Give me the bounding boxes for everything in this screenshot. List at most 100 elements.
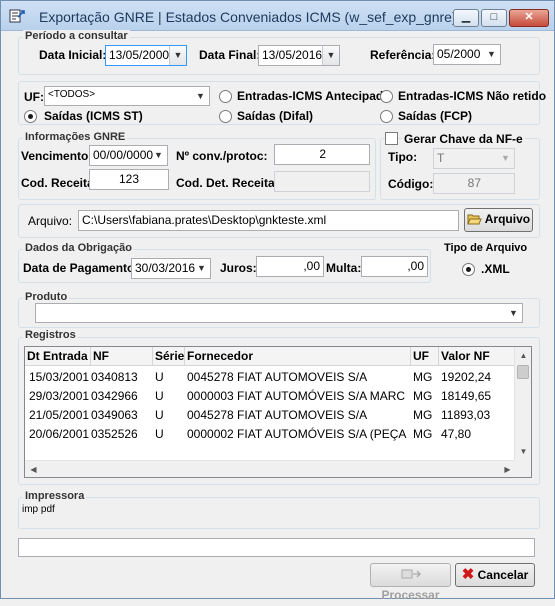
- juros-value: ,00: [303, 259, 320, 273]
- radio-saidas-difal[interactable]: [219, 110, 232, 123]
- chevron-down-icon[interactable]: ▼: [483, 45, 500, 64]
- juros-field[interactable]: ,00: [256, 256, 324, 277]
- data-final-label: Data Final:: [199, 48, 261, 62]
- scroll-thumb[interactable]: [517, 365, 529, 379]
- tipo-select[interactable]: T ▼: [433, 148, 515, 169]
- horizontal-scrollbar[interactable]: ◀ ▶: [25, 460, 516, 477]
- data-inicial-field[interactable]: 13/05/2000 ▼: [105, 45, 187, 66]
- tipo-label: Tipo:: [388, 150, 418, 164]
- chevron-down-icon[interactable]: ▼: [505, 304, 522, 322]
- cell-nf: 0352526: [91, 427, 138, 441]
- vencimento-field[interactable]: 00/00/0000 ▼: [89, 145, 168, 166]
- codigo-label: Código:: [388, 177, 434, 191]
- cod-det-receita-field[interactable]: [274, 171, 370, 192]
- produto-select[interactable]: ▼: [35, 303, 523, 323]
- cell-valor: 11893,03: [441, 408, 491, 422]
- gerar-chave-checkbox[interactable]: [385, 132, 398, 145]
- window-title: Exportação GNRE | Estados Conveniados IC…: [39, 9, 457, 25]
- conv-protoc-field[interactable]: 2: [274, 144, 370, 165]
- folder-icon: [467, 214, 482, 225]
- scroll-up-icon[interactable]: ▲: [515, 347, 531, 364]
- col-valor-nf[interactable]: Valor NF: [439, 347, 516, 366]
- obrigacao-group-label: Dados da Obrigação: [23, 242, 134, 254]
- data-final-value: 13/05/2016: [262, 48, 323, 62]
- impressora-group-label: Impressora: [23, 490, 87, 502]
- registros-table[interactable]: Dt Entrada NF Série Fornecedor UF Valor …: [24, 346, 532, 478]
- scroll-down-icon[interactable]: ▼: [515, 443, 531, 460]
- maximize-button[interactable]: □: [481, 9, 507, 27]
- minimize-button[interactable]: ▁: [453, 9, 479, 27]
- data-inicial-label: Data Inicial:: [39, 48, 107, 62]
- radio-entradas-nao-retido[interactable]: [380, 90, 393, 103]
- table-row[interactable]: 15/03/2001 0340813 U 0045278 FIAT AUTOMO…: [25, 368, 516, 387]
- chevron-down-icon[interactable]: ▼: [192, 87, 209, 105]
- cell-dt: 15/03/2001: [29, 370, 90, 384]
- arquivo-button[interactable]: Arquivo: [464, 208, 533, 232]
- col-fornecedor[interactable]: Fornecedor: [185, 347, 411, 366]
- radio-entradas-nao-retido-label: Entradas-ICMS Não retido: [398, 89, 547, 103]
- arquivo-path-value: C:\Users\fabiana.prates\Desktop\gnkteste…: [82, 213, 327, 227]
- cell-fornecedor: 0045278 FIAT AUTOMOVEIS S/A: [187, 408, 368, 422]
- conv-protoc-label: Nº conv./protoc:: [176, 149, 268, 163]
- multa-label: Multa:: [326, 261, 362, 275]
- cod-det-receita-label: Cod. Det. Receita:: [176, 176, 279, 190]
- data-final-field[interactable]: 13/05/2016 ▼: [258, 45, 340, 66]
- cell-uf: MG: [413, 370, 433, 384]
- title-bar[interactable]: Exportação GNRE | Estados Conveniados IC…: [1, 1, 554, 31]
- referencia-field[interactable]: 05/2000 ▼: [433, 44, 501, 65]
- close-button[interactable]: ✕: [509, 9, 549, 27]
- scroll-left-icon[interactable]: ◀: [25, 461, 42, 477]
- cod-receita-value: 123: [118, 172, 139, 186]
- cell-valor: 18149,65: [441, 389, 492, 403]
- data-pagamento-label: Data de Pagamento:: [23, 261, 139, 275]
- uf-select[interactable]: <TODOS> ▼: [44, 86, 210, 106]
- radio-entradas-antecipado-label: Entradas-ICMS Antecipado: [237, 89, 391, 103]
- main-window: Exportação GNRE | Estados Conveniados IC…: [0, 0, 555, 602]
- arquivo-button-label: Arquivo: [484, 212, 531, 226]
- radio-saidas-icms-st-label: Saídas (ICMS ST): [44, 109, 143, 123]
- processar-button[interactable]: Processar: [370, 563, 451, 602]
- radio-saidas-icms-st[interactable]: [24, 110, 37, 123]
- conv-protoc-value: 2: [319, 147, 326, 161]
- cell-nf: 0340813: [91, 370, 138, 384]
- cell-uf: MG: [413, 427, 433, 441]
- app-icon: [9, 9, 25, 23]
- radio-xml-label: .XML: [481, 262, 510, 276]
- radio-saidas-difal-label: Saídas (Difal): [237, 109, 314, 123]
- radio-xml[interactable]: [462, 263, 475, 276]
- col-uf[interactable]: UF: [411, 347, 439, 366]
- chevron-down-icon[interactable]: ▼: [322, 46, 339, 65]
- chevron-down-icon[interactable]: ▼: [169, 46, 186, 65]
- cod-receita-field[interactable]: 123: [89, 169, 169, 190]
- referencia-label: Referência:: [370, 48, 436, 62]
- vertical-scrollbar[interactable]: ▲ ▼: [514, 347, 531, 460]
- impressora-group: [18, 497, 540, 529]
- uf-select-value: <TODOS>: [48, 89, 96, 100]
- codigo-field[interactable]: 87: [433, 173, 515, 194]
- vencimento-value: 00/00/0000: [93, 148, 154, 162]
- col-nf[interactable]: NF: [91, 347, 153, 366]
- cell-nf: 0342966: [91, 389, 138, 403]
- chevron-down-icon[interactable]: ▼: [150, 146, 167, 165]
- cancelar-button[interactable]: ✖ Cancelar: [455, 563, 535, 587]
- produto-group-label: Produto: [23, 291, 70, 303]
- multa-field[interactable]: ,00: [361, 256, 428, 277]
- col-serie[interactable]: Série: [153, 347, 185, 366]
- data-pagamento-value: 30/03/2016: [135, 261, 196, 275]
- cell-valor: 19202,24: [441, 370, 492, 384]
- radio-saidas-fcp[interactable]: [380, 110, 393, 123]
- col-dt-entrada[interactable]: Dt Entrada: [25, 347, 91, 366]
- radio-entradas-antecipado[interactable]: [219, 90, 232, 103]
- cell-dt: 20/06/2001: [29, 427, 90, 441]
- chevron-down-icon[interactable]: ▼: [497, 149, 514, 168]
- arquivo-path-field[interactable]: C:\Users\fabiana.prates\Desktop\gnkteste…: [78, 210, 459, 231]
- radio-saidas-fcp-label: Saídas (FCP): [398, 109, 473, 123]
- table-row[interactable]: 21/05/2001 0349063 U 0045278 FIAT AUTOMO…: [25, 406, 516, 425]
- cell-valor: 47,80: [441, 427, 472, 441]
- juros-label: Juros:: [220, 261, 257, 275]
- table-row[interactable]: 29/03/2001 0342966 U 0000003 FIAT AUTOMÓ…: [25, 387, 516, 406]
- chevron-down-icon[interactable]: ▼: [193, 259, 210, 278]
- data-pagamento-field[interactable]: 30/03/2016 ▼: [131, 258, 211, 279]
- cell-uf: MG: [413, 389, 433, 403]
- table-row[interactable]: 20/06/2001 0352526 U 0000002 FIAT AUTOMÓ…: [25, 425, 516, 444]
